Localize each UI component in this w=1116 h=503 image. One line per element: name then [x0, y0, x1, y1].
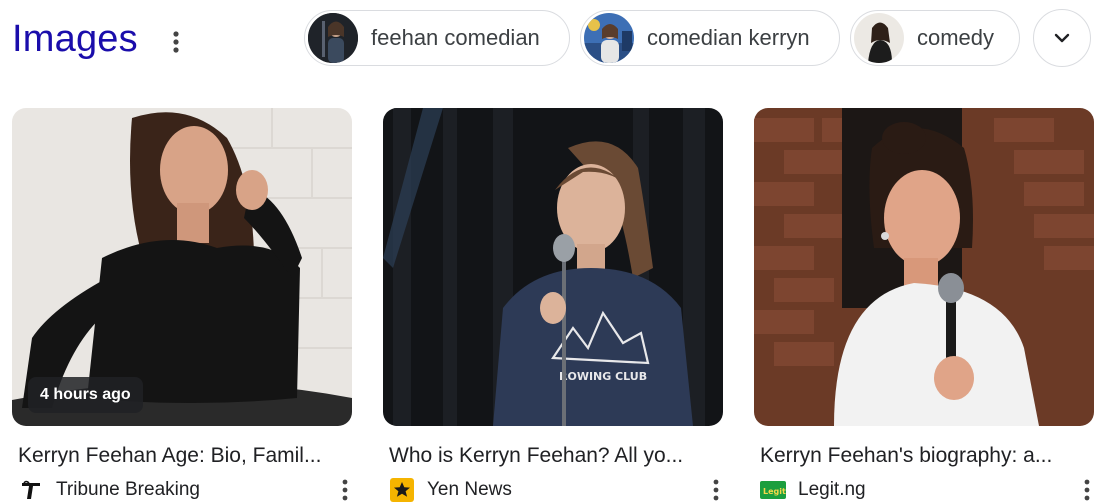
result-title[interactable]: Who is Kerryn Feehan? All yo...: [389, 442, 725, 470]
chip-comedian-kerryn[interactable]: comedian kerryn: [580, 10, 840, 66]
chip-thumbnail: [584, 13, 634, 63]
more-vert-icon[interactable]: [165, 28, 187, 56]
related-search-chips: feehan comedian comedian kerryn comedy: [304, 8, 1020, 68]
more-vert-icon[interactable]: [338, 476, 352, 503]
tribune-logo-icon: [18, 477, 44, 503]
source-row[interactable]: Yen News: [389, 476, 512, 503]
legit-logo-icon: Legit: [760, 477, 786, 503]
image-result-card: Kerryn Feehan's biography: a... Legit Le…: [754, 108, 1094, 501]
source-name: Yen News: [427, 479, 512, 500]
chip-feehan-comedian[interactable]: feehan comedian: [304, 10, 570, 66]
result-title[interactable]: Kerryn Feehan's biography: a...: [760, 442, 1096, 470]
image-result-card: 4 hours ago Kerryn Feehan Age: Bio, Fami…: [12, 108, 352, 501]
expand-chips-button[interactable]: [1033, 9, 1091, 67]
yen-star-icon: [389, 477, 415, 503]
source-row[interactable]: Legit Legit.ng: [760, 476, 866, 503]
svg-text:Legit: Legit: [763, 487, 786, 496]
chip-thumbnail: [854, 13, 904, 63]
chip-label: comedian kerryn: [647, 25, 810, 50]
image-thumbnail[interactable]: [754, 108, 1094, 426]
section-title: Images: [12, 18, 138, 60]
source-name: Legit.ng: [798, 479, 866, 500]
chip-thumbnail: [308, 13, 358, 63]
source-row[interactable]: Tribune Breaking: [18, 476, 200, 503]
image-results-section: Images feehan comedian comedian kerryn c…: [0, 0, 1116, 503]
image-thumbnail[interactable]: 4 hours ago: [12, 108, 352, 426]
image-result-card: ROWING CLUB Who is Kerryn Feehan? All yo…: [383, 108, 723, 502]
time-badge: 4 hours ago: [28, 377, 143, 413]
svg-text:ROWING CLUB: ROWING CLUB: [559, 370, 647, 383]
more-vert-icon[interactable]: [709, 476, 723, 503]
more-vert-icon[interactable]: [1080, 476, 1094, 503]
result-title[interactable]: Kerryn Feehan Age: Bio, Famil...: [18, 442, 354, 470]
image-thumbnail[interactable]: ROWING CLUB: [383, 108, 723, 426]
chip-label: comedy: [917, 25, 995, 50]
source-name: Tribune Breaking: [56, 479, 200, 500]
chip-label: feehan comedian: [371, 25, 540, 50]
chip-comedy[interactable]: comedy: [850, 10, 1020, 66]
chevron-down-icon: [1054, 33, 1070, 43]
